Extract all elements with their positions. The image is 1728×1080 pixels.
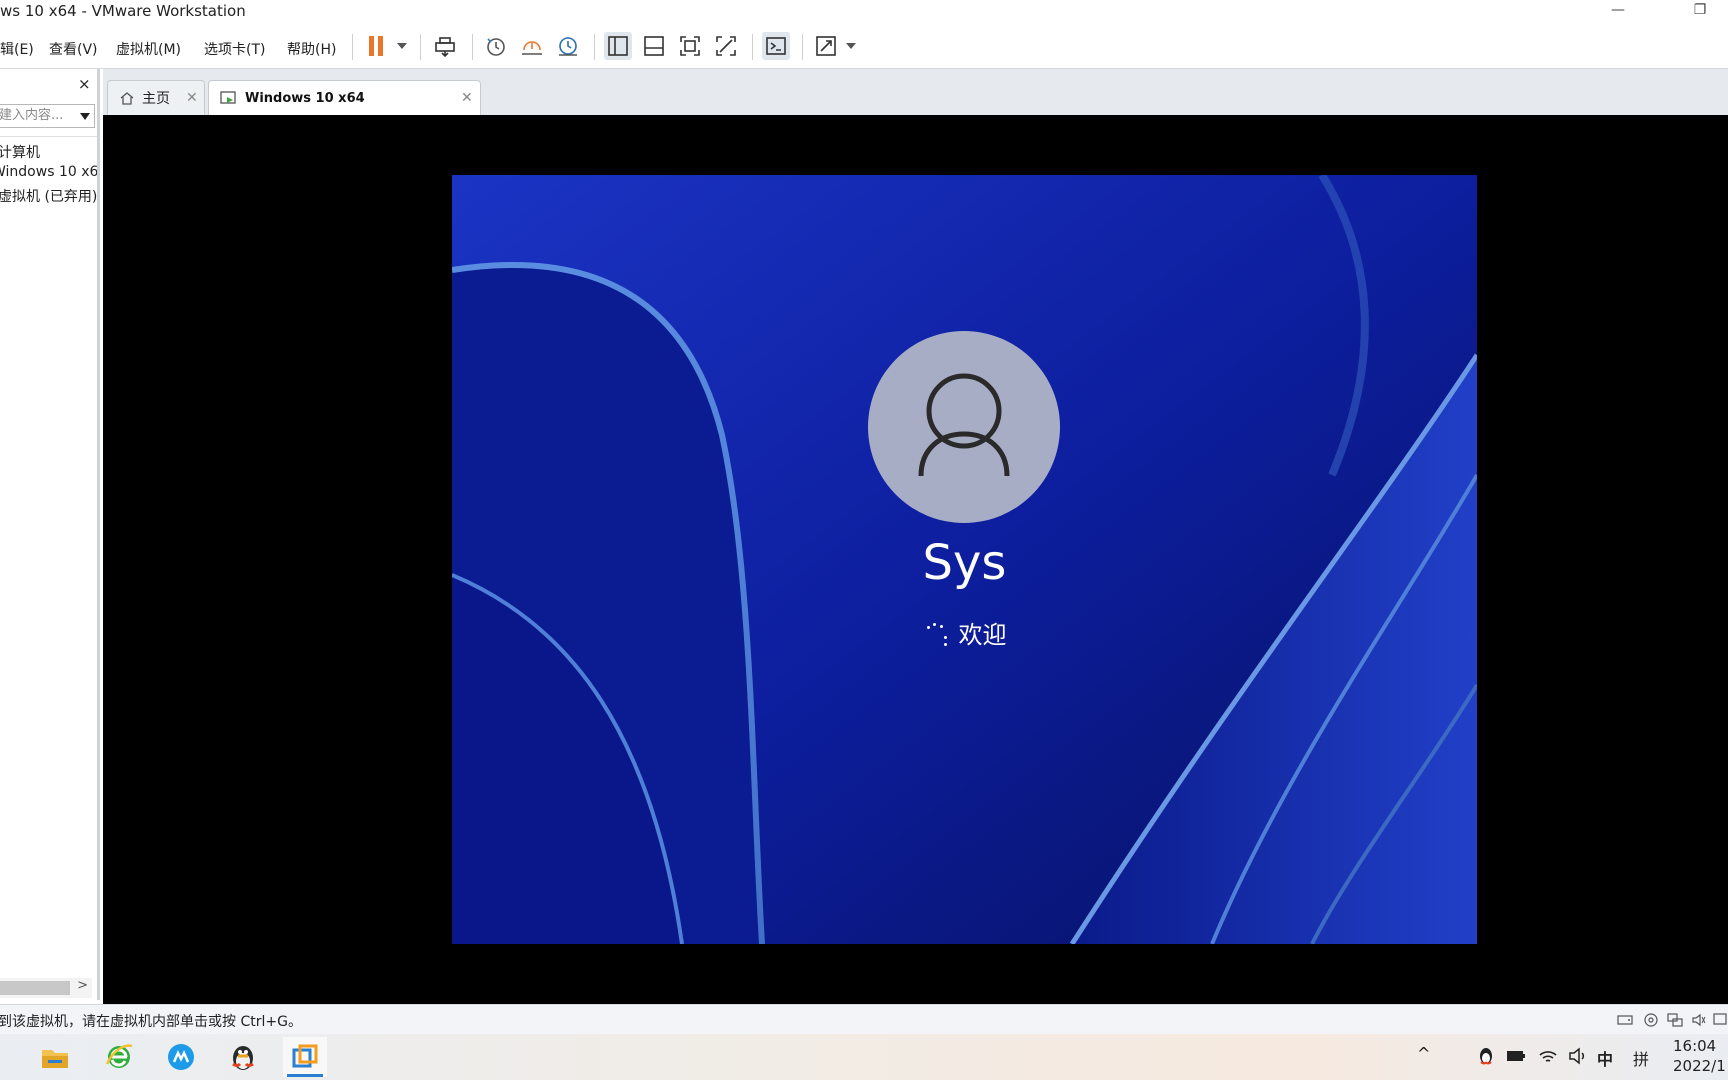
- menu-help[interactable]: 帮助(H): [287, 39, 336, 59]
- status-message: 到该虚拟机，请在虚拟机内部单击或按 Ctrl+G。: [0, 1014, 302, 1030]
- close-tab-icon[interactable]: ✕: [461, 90, 473, 106]
- app-blue-icon[interactable]: [159, 1037, 203, 1077]
- menu-edit[interactable]: 辑(E): [0, 39, 34, 59]
- clock-time: 16:04: [1673, 1037, 1717, 1055]
- battery-icon[interactable]: [1506, 1048, 1526, 1064]
- console-view-icon[interactable]: [762, 32, 790, 60]
- vmware-icon[interactable]: [283, 1037, 327, 1077]
- divider: [0, 136, 97, 137]
- snapshot-icon[interactable]: [482, 32, 510, 60]
- home-icon: [120, 92, 134, 105]
- send-ctrl-alt-del-icon[interactable]: [431, 32, 459, 60]
- stretch-guest-icon[interactable]: [812, 32, 840, 60]
- tab-windows-10-x64[interactable]: Windows 10 x64 ✕: [208, 80, 481, 115]
- horizontal-scrollbar[interactable]: >: [0, 978, 92, 998]
- user-avatar: [868, 331, 1060, 523]
- menu-tabs[interactable]: 选项卡(T): [204, 39, 265, 59]
- tab-strip: 主页 ✕ Windows 10 x64 ✕: [103, 69, 1728, 115]
- wifi-icon[interactable]: [1538, 1047, 1558, 1065]
- vm-running-icon: [220, 91, 236, 104]
- library-search-input[interactable]: 建入内容...: [0, 104, 95, 128]
- qq-penguin-icon[interactable]: [221, 1037, 265, 1077]
- title-bar: ws 10 x64 - VMware Workstation — ❐: [0, 0, 1728, 26]
- snapshot-manager-icon[interactable]: [554, 32, 582, 60]
- show-library-icon[interactable]: [604, 32, 632, 60]
- welcome-status: 欢迎: [452, 615, 1477, 650]
- welcome-text: 欢迎: [958, 621, 1007, 649]
- tree-item-my-computer[interactable]: 计算机: [0, 142, 40, 162]
- hard-disk-icon[interactable]: [1617, 1012, 1633, 1028]
- toolbar-separator: [802, 34, 803, 60]
- close-library-icon[interactable]: ×: [78, 75, 91, 93]
- toolbar-separator: [752, 34, 753, 60]
- guest-lock-screen[interactable]: Sys 欢迎: [452, 175, 1477, 944]
- network-adapter-icon[interactable]: [1667, 1012, 1683, 1028]
- menu-vm[interactable]: 虚拟机(M): [116, 39, 181, 59]
- tray-chevron-icon[interactable]: ^: [1417, 1044, 1430, 1063]
- taskbar-clock[interactable]: 16:04 2022/1: [1673, 1036, 1726, 1076]
- scrollbar-thumb[interactable]: [0, 981, 70, 995]
- minimize-button[interactable]: —: [1598, 0, 1638, 24]
- pause-icon[interactable]: [362, 32, 390, 60]
- qq-tray-icon[interactable]: [1477, 1046, 1495, 1066]
- close-tab-icon[interactable]: ✕: [186, 90, 198, 106]
- tab-windows-10-x64-label: Windows 10 x64: [245, 90, 365, 106]
- volume-icon[interactable]: [1568, 1047, 1588, 1065]
- restore-button[interactable]: ❐: [1680, 0, 1720, 24]
- menu-toolbar: 辑(E) 查看(V) 虚拟机(M) 选项卡(T) 帮助(H): [0, 26, 1728, 69]
- scroll-right-icon[interactable]: >: [77, 978, 88, 993]
- active-app-indicator: [287, 1074, 323, 1077]
- toolbar-separator: [420, 34, 421, 60]
- ime-language-indicator[interactable]: 中: [1597, 1046, 1613, 1070]
- tab-home-label: 主页: [142, 91, 170, 107]
- pause-dropdown-chevron-icon[interactable]: [397, 43, 407, 49]
- menu-view[interactable]: 查看(V): [49, 39, 98, 59]
- window-title: ws 10 x64 - VMware Workstation: [0, 2, 246, 20]
- library-sidebar: × 建入内容... 计算机 Windows 10 x64 虚拟机 (已弃用) >: [0, 69, 100, 1000]
- display-icon[interactable]: [1712, 1012, 1728, 1028]
- ime-mode-indicator[interactable]: 拼: [1633, 1046, 1649, 1070]
- full-screen-icon[interactable]: [676, 32, 704, 60]
- loading-spinner-icon: [923, 622, 951, 650]
- toolbar-separator: [352, 34, 353, 60]
- status-bar: 到该虚拟机，请在虚拟机内部单击或按 Ctrl+G。: [0, 1004, 1728, 1035]
- sound-card-icon[interactable]: [1691, 1012, 1707, 1028]
- tree-item-windows-10-x64[interactable]: Windows 10 x64: [0, 164, 97, 180]
- chevron-down-icon[interactable]: [80, 113, 90, 120]
- clock-date: 2022/1: [1673, 1057, 1726, 1075]
- toolbar-separator: [472, 34, 473, 60]
- windows-taskbar: ^ 中 拼 16:04 2022/1: [0, 1034, 1728, 1080]
- file-explorer-icon[interactable]: [33, 1037, 77, 1077]
- username-label: Sys: [922, 535, 1007, 591]
- tree-item-deprecated-vm[interactable]: 虚拟机 (已弃用): [0, 186, 97, 206]
- cd-rom-icon[interactable]: [1643, 1012, 1659, 1028]
- unity-icon[interactable]: [712, 32, 740, 60]
- search-placeholder: 建入内容...: [0, 108, 64, 123]
- user-icon: [918, 373, 1010, 477]
- revert-snapshot-icon[interactable]: [518, 32, 546, 60]
- stretch-dropdown-chevron-icon[interactable]: [846, 43, 856, 49]
- toolbar-separator: [594, 34, 595, 60]
- thumbnail-bar-icon[interactable]: [640, 32, 668, 60]
- vm-console[interactable]: Sys 欢迎: [103, 115, 1728, 1004]
- tab-home[interactable]: 主页 ✕: [107, 80, 205, 115]
- ie-browser-icon[interactable]: [97, 1037, 141, 1077]
